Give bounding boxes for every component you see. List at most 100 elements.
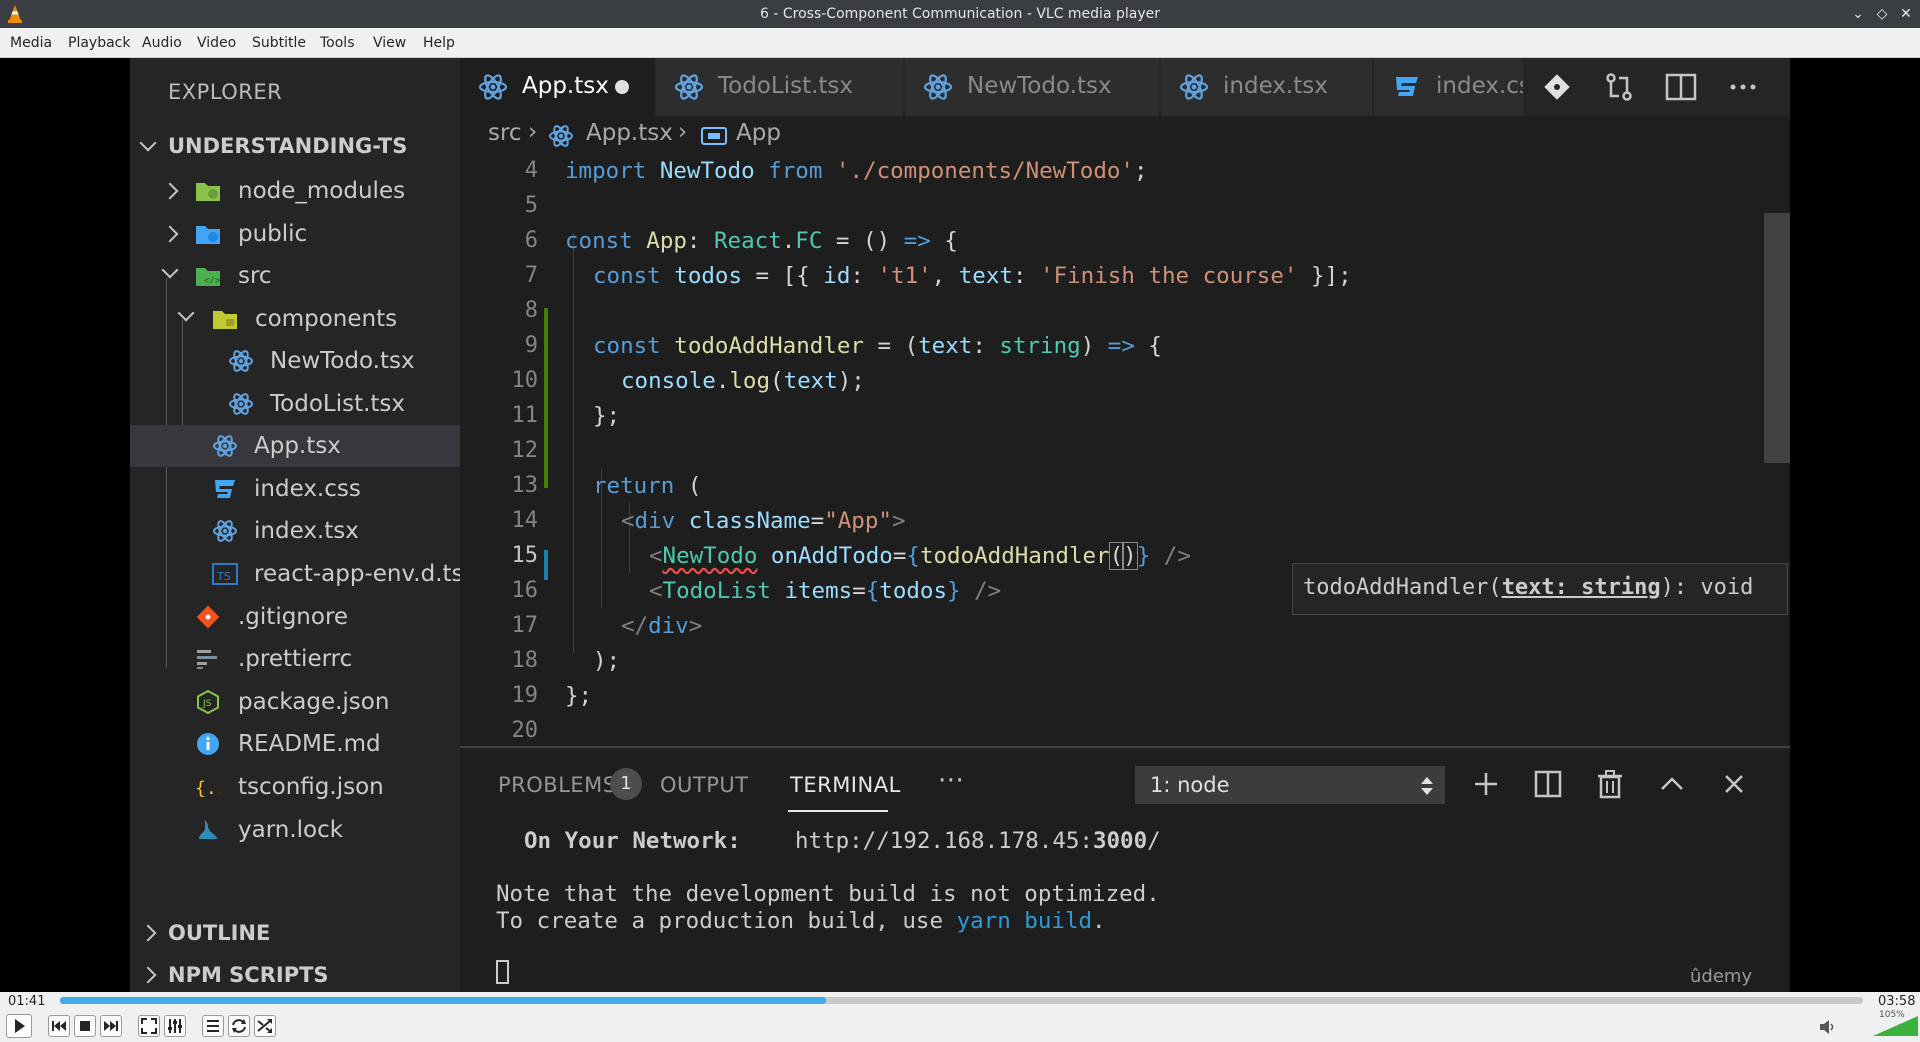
maximize-icon[interactable]: ◇ [1872,4,1892,24]
tab-output[interactable]: OUTPUT [660,773,749,797]
minimize-icon[interactable]: ⌄ [1848,4,1868,24]
code-token: div [634,508,676,534]
tree-item-label: public [238,221,308,247]
code-token: < [621,508,635,534]
terminal-select[interactable]: 1: node [1135,766,1445,804]
tree-item-yarn-lock[interactable]: yarn.lock [130,809,460,851]
video-area[interactable]: EXPLORER UNDERSTANDING-TS node_modules p… [0,58,1920,992]
tab-problems[interactable]: PROBLEMS [498,773,617,797]
git-icon [196,605,220,629]
trash-icon[interactable] [1594,768,1626,800]
play-button[interactable] [6,1014,32,1038]
elapsed-time: 01:41 [8,994,46,1009]
new-terminal-icon[interactable] [1470,768,1502,800]
react-icon [478,74,508,100]
extended-settings-button[interactable] [164,1015,186,1037]
tree-item-src[interactable]: </> src [130,255,460,297]
outline-section[interactable]: OUTLINE [130,913,460,953]
loop-button[interactable] [228,1015,250,1037]
menu-video[interactable]: Video [197,35,236,51]
chevron-right-icon [161,182,179,200]
react-icon [213,435,237,457]
line-number: 6 [524,228,538,253]
editor-scrollbar-thumb[interactable] [1764,213,1790,463]
tree-item-public[interactable]: public [130,213,460,255]
line-number: 11 [511,403,539,428]
tree-item-node-modules[interactable]: node_modules [130,170,460,212]
tab-terminal[interactable]: TERMINAL [790,773,901,797]
shuffle-button[interactable] [254,1015,276,1037]
code-token: { [930,228,958,254]
tree-item-readme[interactable]: README.md [130,723,460,765]
tab-app-tsx[interactable]: App.tsx [460,58,655,116]
symbol-variable-icon [701,127,727,145]
tree-item-tsconfig[interactable]: {..} tsconfig.json [130,766,460,808]
more-actions-icon[interactable] [1726,72,1760,102]
menu-tools[interactable]: Tools [320,35,355,51]
playlist-button[interactable] [202,1015,224,1037]
panel-more-icon[interactable]: ··· [938,766,964,796]
tree-item-label: src [238,263,272,289]
chevron-right-icon [139,966,157,984]
bottom-panel: PROBLEMS 1 OUTPUT TERMINAL ··· 1: node O… [460,746,1790,992]
code-token: FC [795,228,823,254]
speaker-icon[interactable] [1818,1019,1836,1035]
breadcrumb-folder[interactable]: src [488,120,522,146]
tab-todolist-tsx[interactable]: TodoList.tsx [656,58,904,116]
line-number: 20 [511,718,539,740]
menu-media[interactable]: Media [10,35,52,51]
tree-item-label: README.md [238,731,381,757]
menu-audio[interactable]: Audio [142,35,182,51]
tree-item-label: yarn.lock [238,817,344,843]
tree-item-label: react-app-env.d.ts [254,561,460,587]
next-button[interactable] [100,1015,122,1037]
tree-item-components[interactable]: components [130,298,460,340]
git-compare-icon[interactable] [1540,72,1574,102]
tree-item-prettierrc[interactable]: .prettierrc [130,638,460,680]
tree-item-todolist[interactable]: TodoList.tsx [130,383,460,425]
tree-item-package-json[interactable]: JS package.json [130,681,460,723]
code-line-10: console.log(text); [621,368,865,403]
prettier-icon [197,650,217,669]
code-token: = [892,543,907,569]
tree-item-index-tsx[interactable]: index.tsx [130,510,460,552]
menu-subtitle[interactable]: Subtitle [252,35,306,51]
npm-scripts-section[interactable]: NPM SCRIPTS [130,955,460,992]
code-token: div [648,613,689,639]
code-token: ); [837,368,865,394]
chevron-up-icon[interactable] [1656,768,1688,800]
tab-newtodo-tsx[interactable]: NewTodo.tsx [905,58,1160,116]
previous-button[interactable] [48,1015,70,1037]
breadcrumb-file[interactable]: App.tsx [586,120,673,146]
tab-index-tsx[interactable]: index.tsx [1161,58,1373,116]
react-icon [674,74,704,100]
code-token: ) [1122,542,1138,570]
code-token: = [852,578,866,604]
breadcrumb-symbol[interactable]: App [736,120,781,146]
tree-item-index-css[interactable]: index.css [130,468,460,510]
tree-item-gitignore[interactable]: .gitignore [130,596,460,638]
close-icon[interactable]: ✕ [1896,4,1916,24]
code-token: const [565,228,633,254]
seek-slider[interactable] [60,997,1863,1004]
tree-item-app[interactable]: App.tsx [130,425,460,467]
menu-playback[interactable]: Playback [68,35,130,51]
unsaved-dot-icon[interactable] [615,80,629,94]
code-token: = [810,508,825,534]
menu-view[interactable]: View [373,35,406,51]
menu-help[interactable]: Help [423,35,455,51]
breadcrumb-separator-icon: › [678,119,688,145]
close-panel-icon[interactable] [1718,768,1750,800]
code-token: ( [674,473,702,499]
tab-index-css[interactable]: index.cs [1374,58,1524,116]
code-token: = () [822,228,904,254]
fullscreen-button[interactable] [138,1015,160,1037]
stop-button[interactable] [74,1015,96,1037]
breadcrumb: src › App.tsx › App [460,116,1790,154]
split-editor-icon[interactable] [1664,72,1698,102]
split-terminal-icon[interactable] [1532,768,1564,800]
tree-item-react-app-env[interactable]: TS react-app-env.d.ts [130,553,460,595]
terminal-text: To create a production build, use [496,908,957,934]
tree-item-newtodo[interactable]: NewTodo.tsx [130,340,460,382]
open-changes-icon[interactable] [1602,72,1636,102]
